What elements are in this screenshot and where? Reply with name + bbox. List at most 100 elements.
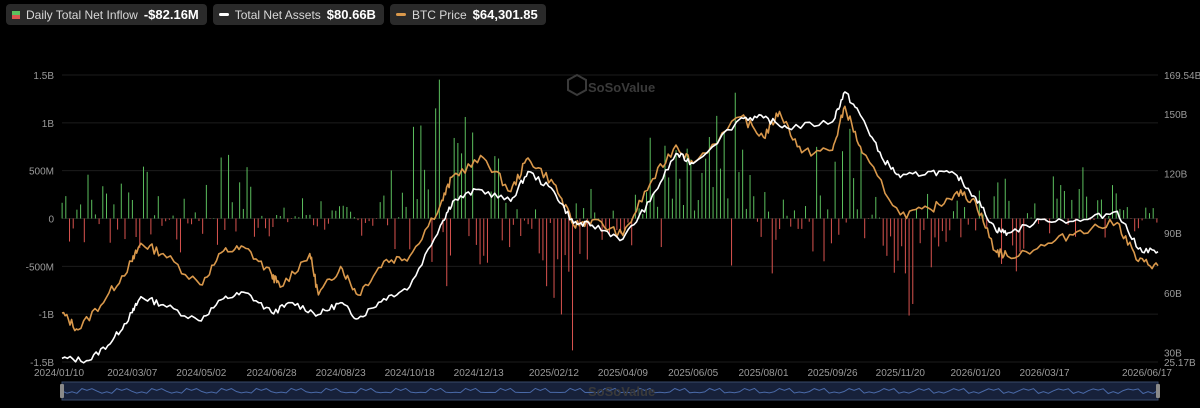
inflow-bar [135,218,137,238]
inflow-bar [154,215,156,219]
inflow-bar [83,218,85,243]
x-tick-label: 2026/06/17 [1122,368,1172,379]
inflow-bar [660,218,662,248]
inflow-bar [808,218,810,222]
inflow-bar [882,218,884,246]
inflow-bar [768,211,770,219]
inflow-bar [412,126,414,219]
inflow-bar [202,218,204,234]
inflow-bar [527,218,529,225]
inflow-bar [823,218,825,262]
inflow-bar [871,214,873,219]
watermark-logo-icon [567,73,587,97]
x-tick-label: 2024/01/10 [34,368,84,379]
inflow-bar [290,218,292,219]
inflow-bar [324,218,326,230]
inflow-bar [486,218,488,263]
inflow-bar [945,218,947,242]
inflow-bar [790,218,792,227]
inflow-bar [276,215,278,219]
inflow-bar [120,183,122,219]
inflow-bar [612,210,614,219]
range-navigator[interactable]: SoSoValue [60,381,1160,401]
inflow-bar [719,168,721,219]
inflow-bar [1082,167,1084,219]
inflow-bar [176,218,178,240]
inflow-bar [908,218,910,316]
inflow-bar [671,198,673,219]
inflow-bar [124,218,126,240]
inflow-bar [760,218,762,237]
inflow-bar [731,218,733,266]
inflow-bar [694,210,696,219]
inflow-bar [61,202,63,219]
inflow-bar [142,166,144,219]
inflow-bar [964,207,966,219]
x-tick-label: 2024/12/13 [454,368,504,379]
inflow-bar [424,169,426,219]
inflow-bar [816,146,818,219]
inflow-bar [912,218,914,304]
inflow-bar [1030,217,1032,219]
inflow-bar [398,217,400,219]
inflow-bar [867,218,869,219]
x-tick-label: 2024/08/23 [316,368,366,379]
inflow-bar [734,92,736,219]
inflow-bar [509,218,511,248]
inflow-bar [472,132,474,219]
inflow-bar [346,206,348,219]
inflow-bar [409,218,411,250]
inflow-bar [76,209,78,219]
inflow-bar [705,158,707,219]
left-tick-label: -1B [38,310,54,321]
right-tick-label: 120B [1164,169,1188,180]
inflow-bar [94,214,96,219]
inflow-bar [316,218,318,227]
inflow-bar [572,218,574,351]
inflow-bar [464,116,466,219]
inflow-bar [283,207,285,219]
inflow-bar [856,209,858,219]
inflow-bar [564,218,566,256]
inflow-bars [61,79,1158,351]
inflow-bar [383,195,385,219]
inflow-bar [191,218,193,225]
inflow-bar [642,214,644,219]
inflow-bar [1071,199,1073,219]
inflow-bar [668,177,670,219]
inflow-bar [387,218,389,226]
inflow-bar [753,196,755,219]
inflow-bar [372,218,374,226]
inflow-bar [738,172,740,219]
inflow-bar [1156,218,1158,223]
inflow-bar [228,154,230,219]
inflow-bar [575,203,577,219]
inflow-bar [168,218,170,220]
inflow-bar [494,156,496,219]
inflow-bar [952,211,954,219]
left-tick-label: 1B [42,119,55,130]
inflow-bar [220,157,222,219]
inflow-bar [960,218,962,238]
inflow-bar [557,218,559,260]
inflow-bar [438,79,440,219]
inflow-bar [235,218,237,232]
inflow-bar [838,218,840,235]
inflow-bar [1004,178,1006,219]
inflow-bar [80,204,82,219]
inflow-bar [157,196,159,219]
left-axis-ticks: 1.5B1B500M0-500M-1B-1.5B [26,71,55,369]
inflow-bar [845,218,847,223]
inflow-bar [1108,215,1110,219]
inflow-bar [479,218,481,265]
inflow-bar [993,196,995,219]
inflow-bar [586,218,588,260]
inflow-bar [975,218,977,231]
inflow-bar [523,218,525,221]
inflow-bar [364,218,366,223]
inflow-bar [279,216,281,219]
inflow-bar [449,218,451,256]
inflow-bar [98,218,100,225]
x-tick-label: 2024/06/28 [247,368,297,379]
inflow-bar [797,218,799,229]
